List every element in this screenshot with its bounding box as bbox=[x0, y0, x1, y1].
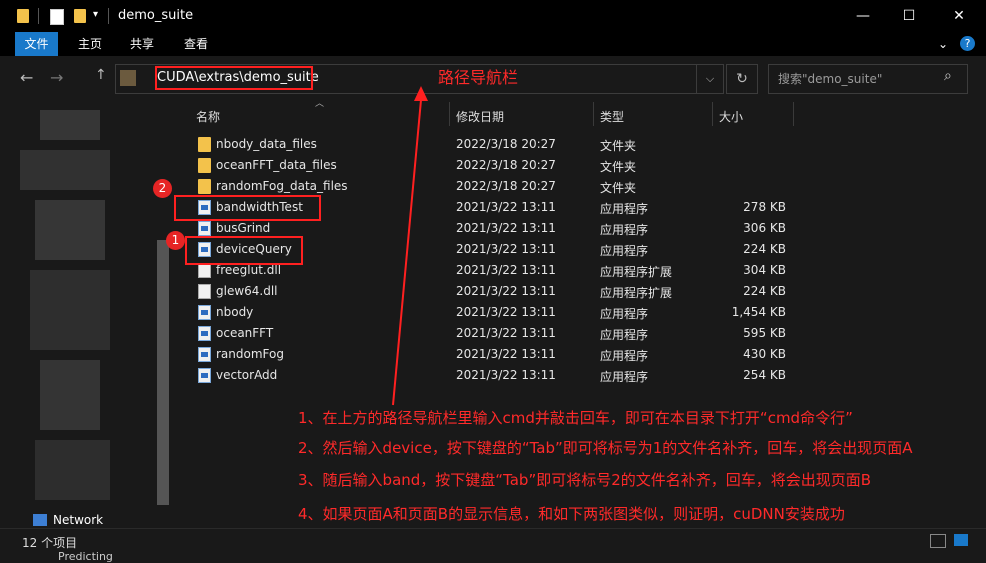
instruction-step-1: 1、在上方的路径导航栏里输入cmd并敲击回车，即可在本目录下打开“cmd命令行” bbox=[298, 409, 853, 427]
devicequery-highlight-box bbox=[185, 236, 303, 265]
annotation-arrow-line bbox=[392, 99, 422, 406]
badge-2: 2 bbox=[153, 179, 172, 198]
bandwidthtest-highlight-box bbox=[174, 195, 321, 221]
badge-1: 1 bbox=[166, 231, 185, 250]
instruction-step-3: 3、随后输入band，按下键盘“Tab”即可将标号2的文件名补齐，回车，将会出现… bbox=[298, 471, 872, 489]
annotation-arrow-head bbox=[414, 86, 428, 101]
instruction-step-2: 2、然后输入device，按下键盘的“Tab”即可将标号为1的文件名补齐，回车，… bbox=[298, 439, 913, 457]
instruction-step-4: 4、如果页面A和页面B的显示信息，和如下两张图类似，则证明，cuDNN安装成功 bbox=[298, 505, 845, 523]
